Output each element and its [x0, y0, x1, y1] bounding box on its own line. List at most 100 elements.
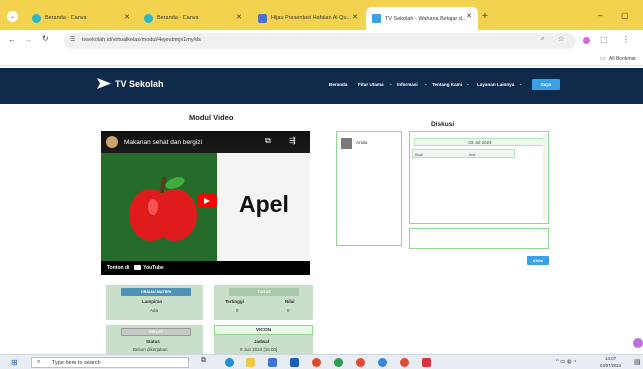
channel-avatar[interactable]: [106, 136, 118, 148]
member-name: Anda: [356, 141, 368, 146]
chrome-icon[interactable]: [334, 358, 343, 367]
copy-link-icon[interactable]: ⧉: [265, 136, 271, 146]
scrollbar[interactable]: [543, 134, 547, 220]
video-title-bar: Makanan sehat dan bergizi ⧉ ⇶: [101, 131, 310, 153]
highest-label: Tertinggi: [225, 299, 244, 304]
canva-icon: [144, 13, 153, 23]
back-icon[interactable]: ←: [8, 35, 16, 44]
share-icon[interactable]: ⇶: [289, 136, 296, 145]
score-value: 0: [287, 308, 290, 313]
tab-search-icon[interactable]: ⌄: [7, 11, 18, 22]
video-title[interactable]: Makanan sehat dan bergizi: [124, 139, 202, 146]
close-icon[interactable]: ✕: [466, 12, 472, 20]
search-icon: ⌕: [37, 359, 41, 365]
clock-date[interactable]: 03/07/2024: [600, 363, 621, 368]
browser-tab-1[interactable]: Beranda - Canva ✕: [26, 8, 136, 28]
tab-label: Beranda - Canva: [45, 15, 87, 21]
url-text: tvsekolah.id/virtualkelas/modul/4ejeubmj…: [82, 37, 201, 43]
close-icon[interactable]: ✕: [236, 13, 242, 21]
vicon-header[interactable]: VICON: [214, 325, 313, 335]
send-button[interactable]: Kirim: [527, 256, 549, 265]
canva-icon: [32, 13, 41, 23]
new-tab-button[interactable]: +: [482, 11, 488, 22]
close-icon[interactable]: ✕: [352, 13, 358, 21]
notifications-icon[interactable]: ▤: [634, 358, 641, 366]
photos-icon[interactable]: [422, 358, 431, 367]
tv-sekolah-logo-icon: [97, 78, 111, 89]
site-logo[interactable]: TV Sekolah: [97, 78, 164, 89]
nilai-card: TUGAS Tertinggi Nilai 0 0: [214, 285, 313, 320]
button-label: DIKLAT: [149, 330, 163, 334]
windows-start-icon[interactable]: ⊞: [11, 358, 18, 367]
store-icon[interactable]: [268, 358, 277, 367]
tugas-button[interactable]: TUGAS: [229, 288, 299, 296]
schedule-value: 8 Jun 2024 [16:00]: [240, 347, 278, 352]
video-player[interactable]: Apel Makanan sehat dan bergizi ⧉ ⇶ Tonto…: [101, 131, 310, 275]
watch-on-label: Tonton di: [107, 265, 130, 271]
clock-time[interactable]: 14:07: [605, 356, 616, 361]
menu-icon[interactable]: ⋮: [622, 35, 630, 44]
browser-toolbar: ← → ↻ ☰ tvsekolah.id/virtualkelas/modul/…: [0, 30, 643, 52]
message-input[interactable]: [409, 228, 549, 249]
reload-icon[interactable]: ↻: [42, 34, 49, 43]
status-value: Belum dikerjakan: [133, 347, 168, 352]
forward-icon[interactable]: →: [24, 35, 32, 44]
bookmark-star-icon[interactable]: ☆: [558, 35, 564, 43]
uraian-materi-button[interactable]: URAIAN MATERI: [121, 288, 191, 296]
member-list: Anda: [336, 131, 402, 246]
chat-messages: 03 Jul 2024 Budi test: [409, 131, 549, 224]
discussion-title: Diskusi: [431, 121, 455, 128]
chrome-icon[interactable]: [356, 358, 365, 367]
chevron-down-icon: ⌄: [519, 81, 523, 86]
browser-tab-3[interactable]: Hijau Presentasi Hafalan Al Qu... ✕: [252, 8, 364, 28]
bookmarks-bar: ▭ All Bookmar: [0, 52, 643, 66]
extension-icon[interactable]: [583, 37, 590, 44]
video-bottom-bar: Tonton di YouTube: [101, 261, 310, 275]
apple-icon: [129, 176, 197, 241]
browser-tab-active[interactable]: TV Sekolah - Wahana Belajar d... ✕: [366, 7, 478, 30]
materi-card: URAIAN MATERI Lampiran Ada: [106, 285, 203, 320]
chat-bubble-icon[interactable]: [633, 338, 643, 348]
message-sender: Budi: [415, 152, 424, 157]
play-button[interactable]: [197, 194, 217, 208]
menu-informasi[interactable]: Informasi: [397, 82, 418, 87]
menu-beranda[interactable]: Beranda: [329, 82, 347, 87]
office-icon[interactable]: [312, 358, 321, 367]
date-text: 03 Jul 2024: [468, 139, 492, 145]
slides-icon: [258, 13, 267, 23]
downloads-icon[interactable]: ⬚: [600, 35, 608, 44]
address-bar[interactable]: ☰ tvsekolah.id/virtualkelas/modul/4ejeub…: [64, 33, 576, 49]
file-explorer-icon[interactable]: [246, 358, 255, 367]
menu-layanan-lainnya[interactable]: Layanan Lainnya: [477, 82, 514, 87]
youtube-logo-icon: [133, 265, 141, 271]
menu-fitur-utama[interactable]: Fitur Utama: [358, 82, 384, 87]
system-tray-icons[interactable]: ^ ▭ ◍ ◔: [556, 359, 576, 365]
chrome-icon[interactable]: [400, 358, 409, 367]
minimize-button[interactable]: –: [598, 11, 602, 20]
site-info-icon[interactable]: ☰: [70, 36, 75, 43]
browser-tab-2[interactable]: Beranda - Canva ✕: [138, 8, 248, 28]
member-item[interactable]: Anda: [341, 138, 367, 149]
folder-icon: ▭: [600, 56, 606, 62]
mail-icon[interactable]: [290, 358, 299, 367]
message-text: test: [469, 152, 476, 157]
edge-icon[interactable]: [225, 358, 234, 367]
all-bookmarks-link[interactable]: All Bookmar: [609, 56, 636, 62]
task-view-icon[interactable]: ⧉: [201, 357, 206, 365]
close-icon[interactable]: ✕: [124, 13, 130, 21]
taskbar-search[interactable]: ⌕ Type here to search: [31, 357, 189, 368]
highest-value: 0: [236, 308, 239, 313]
watch-on-youtube-link[interactable]: Tonton di YouTube: [107, 265, 164, 271]
login-button[interactable]: Saya: [532, 79, 560, 90]
menu-tentang-kami[interactable]: Tentang Kami: [432, 82, 462, 87]
video-word: Apel: [239, 191, 289, 217]
diklat-button[interactable]: DIKLAT: [121, 328, 191, 336]
button-label: URAIAN MATERI: [140, 290, 172, 294]
member-avatar: [341, 138, 352, 149]
tab-label: Hijau Presentasi Hafalan Al Qu...: [271, 15, 352, 21]
zoom-icon[interactable]: ⌕: [541, 36, 544, 43]
logo-text: TV Sekolah: [115, 78, 164, 89]
button-label: TUGAS: [257, 290, 271, 294]
chrome-icon[interactable]: [378, 358, 387, 367]
maximize-button[interactable]: ▢: [621, 11, 629, 20]
